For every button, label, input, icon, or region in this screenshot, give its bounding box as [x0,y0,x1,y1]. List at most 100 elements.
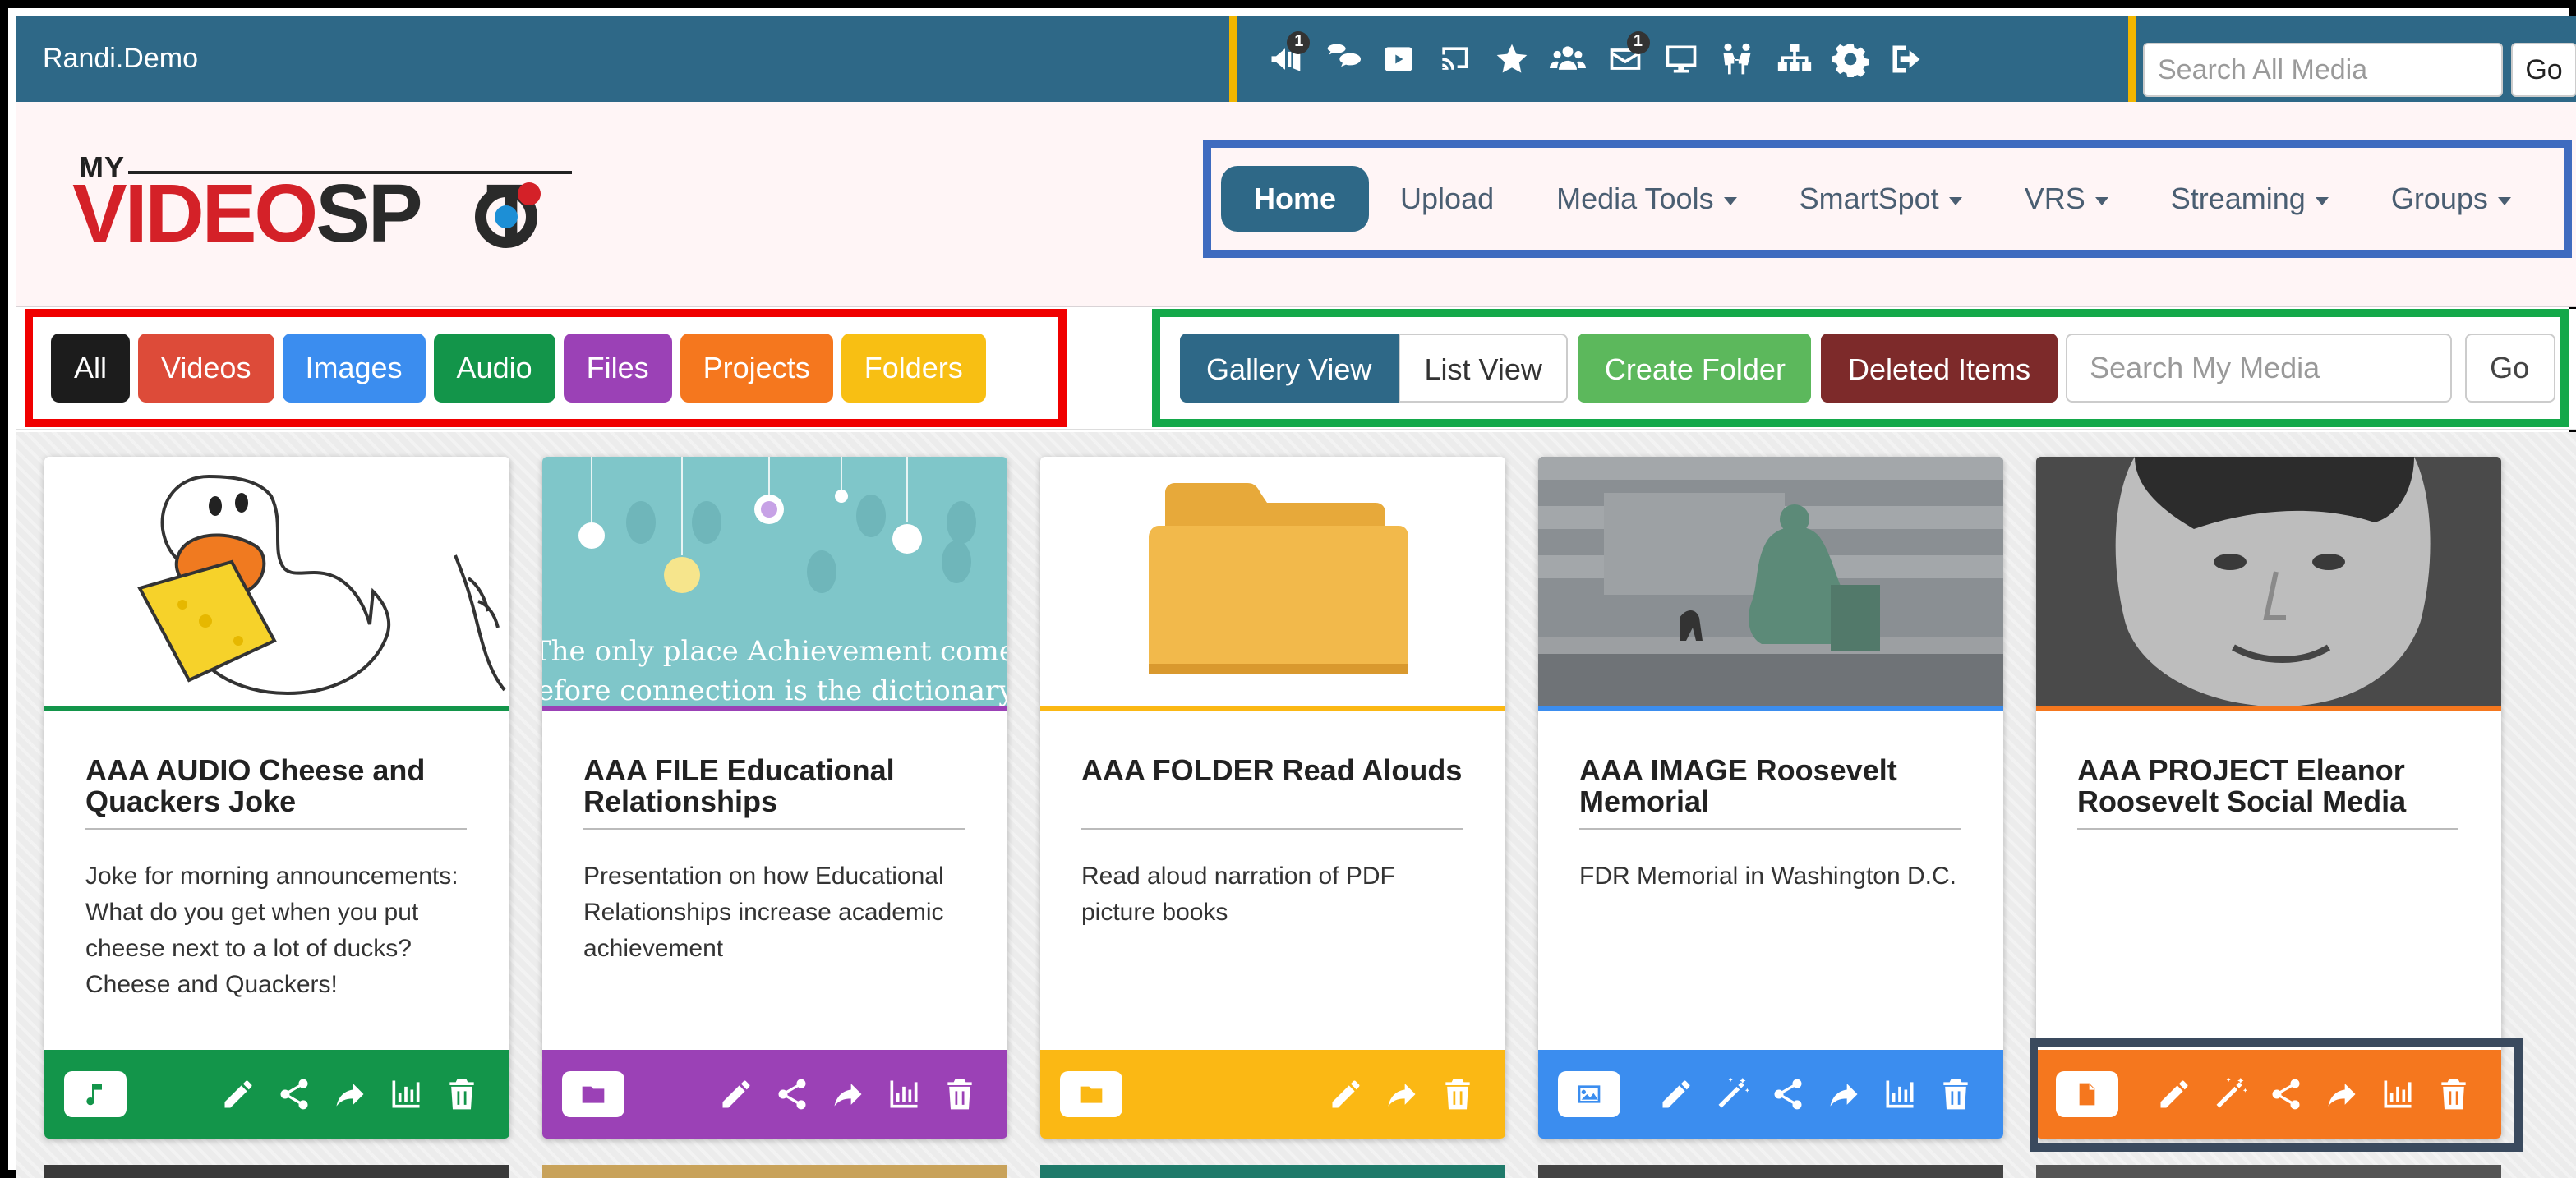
card-thumbnail[interactable]: “The only place Achievement comes before… [542,457,1007,706]
card-divider [85,828,467,830]
nav-vrs[interactable]: VRS [1993,166,2140,232]
sitemap-icon[interactable] [1766,35,1823,84]
card-divider [1081,828,1463,830]
media-type-filters: All Videos Images Audio Files Projects F… [25,309,1067,427]
card-thumbnail[interactable] [1040,457,1505,706]
trash-icon[interactable] [1430,1070,1486,1119]
create-folder-button[interactable]: Create Folder [1578,334,1812,403]
media-card-file[interactable]: “The only place Achievement comes before… [542,457,1007,1139]
card-title[interactable]: AAA IMAGE Roosevelt Memorial [1579,755,1974,818]
card-title[interactable]: AAA FOLDER Read Alouds [1081,755,1476,787]
users-icon[interactable] [1540,35,1597,84]
youtube-icon[interactable] [1371,35,1427,84]
star-icon[interactable] [1483,35,1540,84]
quick-icon-bar: 1 1 [1229,16,2136,110]
caret-down-icon [2094,196,2108,205]
gallery-view-button[interactable]: Gallery View [1180,334,1399,403]
search-my-media-go-button[interactable]: Go [2464,334,2555,403]
filter-projects-button[interactable]: Projects [680,334,833,403]
magic-wand-icon[interactable] [2202,1070,2258,1119]
nav-smartspot[interactable]: SmartSpot [1768,166,1993,232]
nav-groups[interactable]: Groups [2360,166,2542,232]
trash-icon[interactable] [1928,1070,1984,1119]
card-divider [2077,828,2458,830]
card-type-line [2036,706,2501,711]
filter-folders-button[interactable]: Folders [841,334,986,403]
card-divider [583,828,965,830]
next-row-card-peek [542,1165,1007,1178]
share-icon[interactable] [764,1070,820,1119]
forward-icon[interactable] [322,1070,378,1119]
search-all-media-input[interactable] [2143,43,2503,97]
gear-icon[interactable] [1823,35,1879,84]
meeting-icon[interactable] [1709,35,1766,84]
card-footer [542,1050,1007,1139]
share-icon[interactable] [266,1070,322,1119]
pencil-icon[interactable] [210,1070,266,1119]
nav-upload[interactable]: Upload [1369,166,1525,232]
share-icon[interactable] [1760,1070,1816,1119]
forward-icon[interactable] [2314,1070,2370,1119]
card-description: Presentation on how Educational Relation… [583,863,944,963]
top-bar: Randi.Demo 1 1 Search All Media Go [16,16,2576,110]
card-thumbnail[interactable] [1538,457,2003,706]
nav-streaming[interactable]: Streaming [2140,166,2360,232]
announcements-icon[interactable]: 1 [1257,31,1314,84]
card-title[interactable]: AAA PROJECT Eleanor Roosevelt Social Med… [2077,755,2472,818]
pencil-icon[interactable] [2146,1070,2202,1119]
logout-icon[interactable] [1879,35,1936,84]
card-type-line [1538,706,2003,711]
cast-icon[interactable] [1426,35,1483,84]
stats-icon[interactable] [876,1070,932,1119]
forward-icon[interactable] [1374,1070,1430,1119]
nav-media-tools[interactable]: Media Tools [1525,166,1767,232]
chat-icon[interactable] [1314,35,1371,84]
mail-icon[interactable]: 1 [1597,31,1653,84]
card-title[interactable]: AAA AUDIO Cheese and Quackers Joke [85,755,480,818]
media-card-image[interactable]: AAA IMAGE Roosevelt Memorial FDR Memoria… [1538,457,2003,1139]
card-thumbnail[interactable] [2036,457,2501,706]
stats-icon[interactable] [2370,1070,2426,1119]
stats-icon[interactable] [378,1070,434,1119]
monitor-icon[interactable] [1652,35,1709,84]
card-footer [44,1050,509,1139]
list-view-button[interactable]: List View [1398,334,1569,403]
pencil-icon[interactable] [708,1070,764,1119]
trash-icon[interactable] [932,1070,988,1119]
main-nav: Home Upload Media Tools SmartSpot VRS St… [1203,140,2572,258]
pencil-icon[interactable] [1648,1070,1704,1119]
share-icon[interactable] [2258,1070,2314,1119]
trash-icon[interactable] [2426,1070,2482,1119]
card-type-line [44,706,509,711]
view-toolbar: Gallery View List View Create Folder Del… [1152,309,2569,427]
filter-videos-button[interactable]: Videos [138,334,274,403]
filter-all-button[interactable]: All [51,334,131,403]
stats-icon[interactable] [1872,1070,1928,1119]
search-my-media-input[interactable] [2065,334,2452,403]
magic-wand-icon[interactable] [1704,1070,1760,1119]
duck-illustration [137,474,506,696]
media-card-folder[interactable]: AAA FOLDER Read Alouds Read aloud narrat… [1040,457,1505,1139]
filter-files-button[interactable]: Files [563,334,672,403]
image-icon [1558,1071,1620,1117]
card-title[interactable]: AAA FILE Educational Relationships [583,755,978,818]
document-icon [2056,1071,2118,1117]
deleted-items-button[interactable]: Deleted Items [1821,334,2058,403]
folder-icon [562,1071,624,1117]
forward-icon[interactable] [820,1070,876,1119]
card-thumbnail[interactable] [44,457,509,706]
pencil-icon[interactable] [1318,1070,1374,1119]
trash-icon[interactable] [434,1070,490,1119]
forward-icon[interactable] [1816,1070,1872,1119]
next-row-card-peek [44,1165,509,1178]
media-card-audio[interactable]: AAA AUDIO Cheese and Quackers Joke Joke … [44,457,509,1139]
header: MY VIDEOSP T Home Upload Media Tools Smar… [16,102,2576,307]
filter-images-button[interactable]: Images [282,334,426,403]
next-row-card-peek [1040,1165,1505,1178]
folder-illustration [1149,483,1408,674]
search-all-go-button[interactable]: Go [2511,43,2576,97]
filter-audio-button[interactable]: Audio [433,334,555,403]
nav-home[interactable]: Home [1221,166,1370,232]
portrait-photo [2036,457,2501,706]
media-card-project[interactable]: AAA PROJECT Eleanor Roosevelt Social Med… [2036,457,2501,1139]
